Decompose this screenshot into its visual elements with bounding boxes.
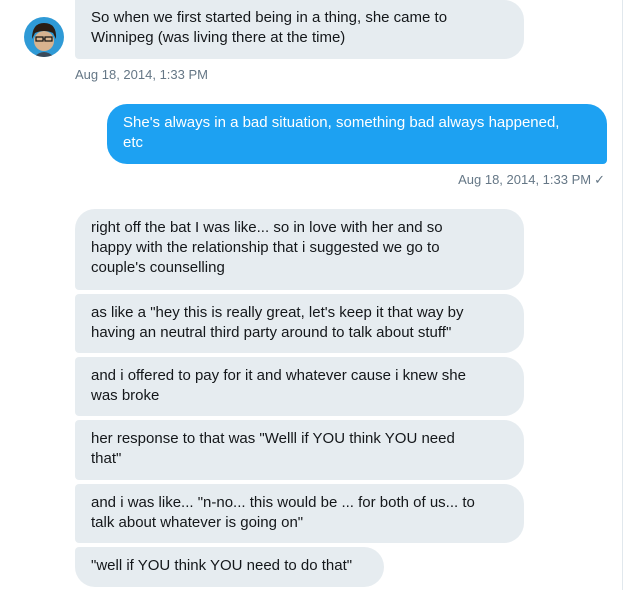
- avatar[interactable]: [24, 17, 64, 57]
- received-message[interactable]: her response to that was "Welll if YOU t…: [75, 420, 524, 480]
- received-message[interactable]: "well if YOU think YOU need to do that": [75, 547, 384, 587]
- received-message[interactable]: So when we first started being in a thin…: [75, 0, 524, 59]
- received-message[interactable]: and i offered to pay for it and whatever…: [75, 357, 524, 416]
- sent-message-meta: Aug 18, 2014, 1:33 PM ✓: [458, 172, 605, 188]
- message-timestamp: Aug 18, 2014, 1:33 PM: [75, 67, 208, 82]
- message-timestamp: Aug 18, 2014, 1:33 PM: [458, 172, 592, 187]
- sent-message[interactable]: She's always in a bad situation, somethi…: [107, 104, 607, 164]
- checkmark-icon: ✓: [594, 172, 605, 187]
- received-message[interactable]: as like a "hey this is really great, let…: [75, 294, 524, 353]
- received-message[interactable]: right off the bat I was like... so in lo…: [75, 209, 524, 290]
- user-avatar-icon: [24, 17, 64, 57]
- received-message[interactable]: and i was like... "n-no... this would be…: [75, 484, 524, 543]
